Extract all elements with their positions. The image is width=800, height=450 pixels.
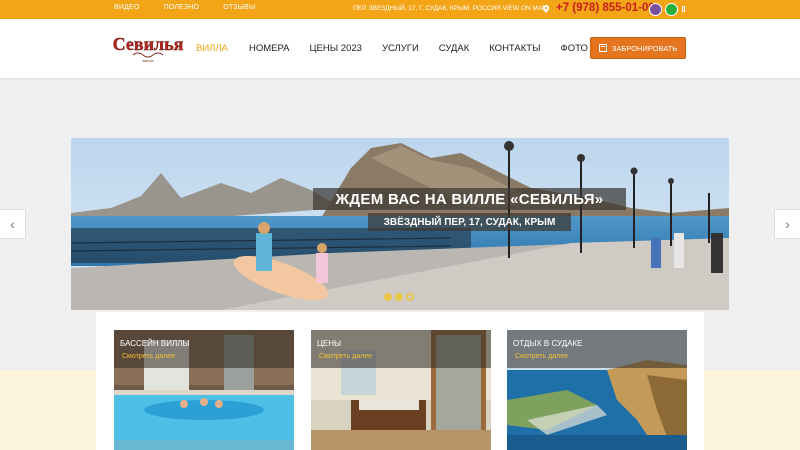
top-links: ВИДЕО ПОЛЕЗНО ОТЗЫВЫ xyxy=(114,4,279,11)
map-pin-icon xyxy=(543,5,549,13)
tile-sudak-caption: ОТДЫХ В СУДАКЕ Смотреть далее xyxy=(507,330,687,368)
nav-sudak[interactable]: СУДАК xyxy=(439,43,469,54)
slider-next-button[interactable]: › xyxy=(774,209,800,239)
chevron-right-icon: › xyxy=(785,216,790,232)
nav-photo[interactable]: ФОТО xyxy=(561,43,588,54)
tile-pool-more-link[interactable]: Смотреть далее xyxy=(122,353,286,360)
book-button-label: ЗАБРОНИРОВАТЬ xyxy=(611,43,678,53)
book-button[interactable]: ЗАБРОНИРОВАТЬ xyxy=(590,37,686,59)
phone-number[interactable]: +7 (978) 855-01-00 xyxy=(556,2,655,14)
slider-dot-1[interactable] xyxy=(384,293,392,301)
logo-subtext: вилла xyxy=(142,58,153,63)
nav-services[interactable]: УСЛУГИ xyxy=(382,43,419,54)
tile-prices-title: ЦЕНЫ xyxy=(317,339,342,348)
mobile-icon xyxy=(682,6,685,12)
calendar-icon xyxy=(598,44,607,52)
tile-sudak-more-link[interactable]: Смотреть далее xyxy=(515,353,679,360)
top-link-video[interactable]: ВИДЕО xyxy=(114,4,140,11)
tile-pool-caption: БАССЕЙН ВИЛЛЫ Смотреть далее xyxy=(114,330,294,368)
nav-villa[interactable]: ВИЛЛА xyxy=(196,43,228,54)
main-nav: ВИЛЛА НОМЕРА ЦЕНЫ 2023 УСЛУГИ СУДАК КОНТ… xyxy=(196,43,588,54)
main-header: Севилья вилла ВИЛЛА НОМЕРА ЦЕНЫ 2023 УСЛ… xyxy=(0,19,800,78)
tile-prices-caption: ЦЕНЫ Смотреть далее xyxy=(311,330,491,368)
viber-icon[interactable] xyxy=(649,3,662,16)
nav-contacts[interactable]: КОНТАКТЫ xyxy=(489,43,540,54)
banner-subtitle: ЗВЁЗДНЫЙ ПЕР, 17, СУДАК, КРЫМ xyxy=(368,213,571,231)
top-bar: ВИДЕО ПОЛЕЗНО ОТЗЫВЫ ПЕР. ЗВЕЗДНЫЙ, 17, … xyxy=(0,0,800,19)
tile-prices[interactable]: ЦЕНЫ Смотреть далее xyxy=(311,330,491,450)
address-link[interactable]: ПЕР. ЗВЕЗДНЫЙ, 17, Г. СУДАК, КРЫМ, РОССИ… xyxy=(353,5,547,12)
slider-dots xyxy=(384,293,414,301)
tile-prices-more-link[interactable]: Смотреть далее xyxy=(319,353,483,360)
tile-sudak[interactable]: ОТДЫХ В СУДАКЕ Смотреть далее xyxy=(507,330,687,450)
top-link-useful[interactable]: ПОЛЕЗНО xyxy=(164,4,200,11)
banner-title: ЖДЕМ ВАС НА ВИЛЛЕ «СЕВИЛЬЯ» xyxy=(313,188,626,210)
slider-prev-button[interactable]: ‹ xyxy=(0,209,26,239)
nav-rooms[interactable]: НОМЕРА xyxy=(249,43,290,54)
tile-sudak-title: ОТДЫХ В СУДАКЕ xyxy=(513,339,583,348)
tile-pool[interactable]: БАССЕЙН ВИЛЛЫ Смотреть далее xyxy=(114,330,294,450)
nav-prices[interactable]: ЦЕНЫ 2023 xyxy=(310,43,362,54)
logo-text: Севилья xyxy=(113,34,183,54)
slider-dot-3[interactable] xyxy=(406,293,414,301)
slider-dot-2[interactable] xyxy=(395,293,403,301)
tile-pool-title: БАССЕЙН ВИЛЛЫ xyxy=(120,339,190,348)
chevron-left-icon: ‹ xyxy=(10,216,15,232)
whatsapp-icon[interactable] xyxy=(665,3,678,16)
top-link-reviews[interactable]: ОТЗЫВЫ xyxy=(223,4,255,11)
site-logo[interactable]: Севилья вилла xyxy=(113,30,183,64)
hero-slider: ЖДЕМ ВАС НА ВИЛЛЕ «СЕВИЛЬЯ» ЗВЁЗДНЫЙ ПЕР… xyxy=(71,138,729,310)
